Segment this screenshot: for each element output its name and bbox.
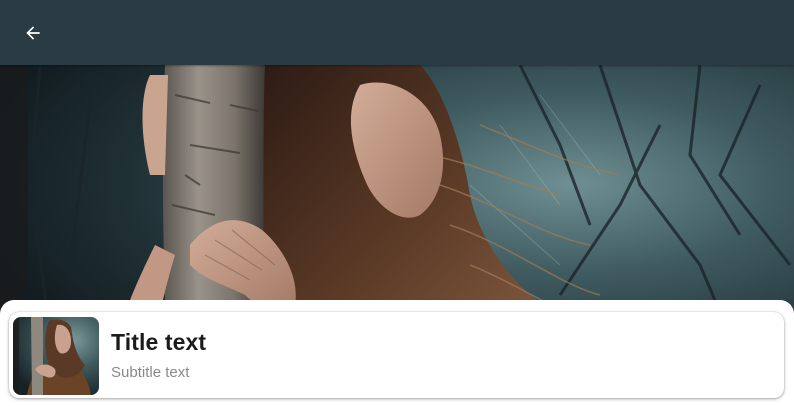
arrow-back-icon — [26, 26, 40, 40]
app-bar — [0, 0, 794, 65]
list-item-card[interactable]: Title text Subtitle text — [9, 312, 784, 398]
card-subtitle: Subtitle text — [111, 364, 190, 381]
card-thumbnail — [13, 317, 99, 395]
back-button[interactable] — [16, 16, 50, 50]
card-title: Title text — [111, 329, 207, 355]
app-screen: Title text Subtitle text — [0, 0, 794, 406]
bottom-sheet: Title text Subtitle text — [0, 300, 794, 406]
